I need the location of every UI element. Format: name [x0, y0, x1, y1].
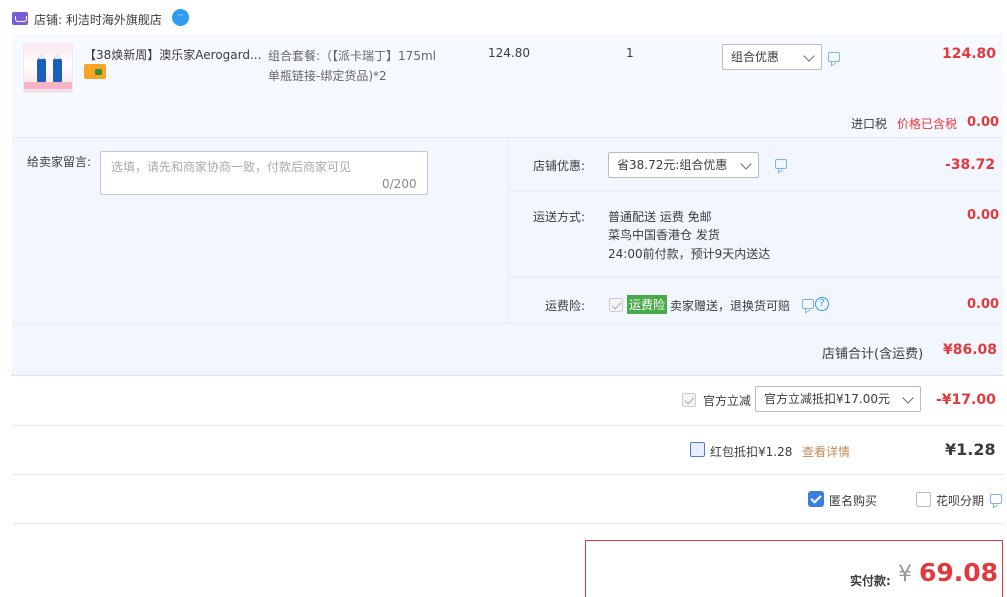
- product-sku: 组合套餐:（【派卡瑞丁】175ml 单瓶链接-绑定货品)*2: [268, 46, 468, 86]
- shipping-insurance-tag: 运费险: [627, 295, 668, 314]
- import-tax-value: 0.00: [967, 115, 1000, 130]
- shipping-fee-value: 0.00: [967, 208, 1000, 223]
- divider: [508, 138, 509, 324]
- unit-price: 124.80: [488, 46, 530, 60]
- chevron-down-icon: [740, 158, 752, 170]
- shipping-method: 普通配送 运费 免邮: [608, 210, 712, 224]
- comment-icon[interactable]: [828, 52, 840, 62]
- bottle-graphic: [37, 53, 46, 82]
- seller-message-placeholder: 选填，请先和商家协商一致，付款后商家可见: [111, 160, 352, 174]
- bottle-graphic: [53, 53, 62, 82]
- bundle-select-value: 组合优惠: [731, 50, 780, 64]
- product-thumbnail[interactable]: [23, 43, 73, 93]
- quantity: 1: [626, 46, 634, 60]
- shipping-insurance-label: 运费险:: [545, 299, 586, 313]
- divider: [509, 277, 1003, 278]
- red-packet-checkbox[interactable]: [690, 442, 705, 457]
- store-name[interactable]: 店铺: 利洁时海外旗舰店: [34, 11, 162, 28]
- divider: [12, 474, 1003, 475]
- help-icon[interactable]: ?: [815, 297, 829, 311]
- huabei-installment-checkbox[interactable]: [916, 492, 931, 507]
- divider: [509, 190, 1003, 191]
- red-packet-detail-link[interactable]: 查看详情: [802, 443, 850, 460]
- line-total: 124.80: [942, 46, 997, 62]
- bundle-discount-select[interactable]: 组合优惠: [722, 44, 822, 70]
- sku-line-1: 组合套餐:（【派卡瑞丁】175ml: [268, 49, 436, 63]
- shipping-insurance-checkbox[interactable]: [609, 298, 623, 312]
- comment-icon[interactable]: [990, 494, 1002, 504]
- currency-symbol: ¥: [898, 562, 912, 587]
- shipping-warehouse: 菜鸟中国香港仓 发货: [608, 228, 720, 242]
- shipping-insurance-text: 卖家赠送，退换货可赔: [670, 299, 791, 313]
- amount-payable-label: 实付款:: [850, 574, 891, 588]
- store-discount-label: 店铺优惠:: [533, 159, 586, 173]
- amount-payable-value: 69.08: [919, 558, 999, 587]
- import-tax-label: 进口税: [851, 117, 888, 131]
- product-title[interactable]: 【38焕新周】澳乐家Aerogard...: [84, 46, 264, 63]
- shipping-insurance-value: 0.00: [967, 297, 1000, 312]
- official-discount-label: 官方立减: [703, 394, 752, 408]
- comment-icon[interactable]: [775, 159, 787, 169]
- tmall-store-icon: [12, 12, 28, 25]
- chevron-down-icon: [902, 392, 914, 404]
- official-discount-value: -¥17.00: [936, 392, 996, 408]
- official-discount-select[interactable]: 官方立减抵扣¥17.00元: [755, 386, 921, 412]
- seller-message-label: 给卖家留言:: [27, 155, 92, 169]
- character-count: 0/200: [382, 177, 417, 191]
- divider: [12, 323, 1003, 324]
- store-total-value: ¥86.08: [943, 342, 998, 358]
- store-total-label: 店铺合计(含运费): [822, 347, 924, 362]
- shipping-method-label: 运送方式:: [533, 210, 586, 224]
- red-packet-label: 红包抵扣¥1.28: [710, 445, 793, 459]
- huabei-installment-label[interactable]: 花呗分期: [936, 492, 984, 509]
- divider: [12, 425, 1003, 426]
- anonymous-purchase-label[interactable]: 匿名购买: [829, 492, 877, 509]
- tax-included-note: 价格已含税: [897, 117, 958, 131]
- sku-line-2: 单瓶链接-绑定货品)*2: [268, 69, 387, 83]
- store-discount-select-value: 省38.72元:组合优惠: [617, 158, 728, 172]
- store-discount-value: -38.72: [945, 157, 996, 173]
- wangwang-chat-icon[interactable]: ᵔᵔ: [172, 9, 189, 26]
- official-discount-checkbox[interactable]: [682, 393, 696, 407]
- thumbnail-band: [24, 82, 72, 89]
- red-packet-value: ¥1.28: [945, 440, 996, 459]
- store-discount-select[interactable]: 省38.72元:组合优惠: [608, 152, 759, 178]
- shipping-eta: 24:00前付款，预计9天内送达: [608, 247, 771, 261]
- comment-icon[interactable]: [802, 299, 814, 309]
- official-discount-select-value: 官方立减抵扣¥17.00元: [764, 392, 890, 406]
- divider: [12, 523, 1003, 524]
- chevron-down-icon: [803, 50, 815, 62]
- credit-card-badge-icon: [84, 64, 106, 79]
- anonymous-purchase-checkbox[interactable]: [808, 491, 824, 507]
